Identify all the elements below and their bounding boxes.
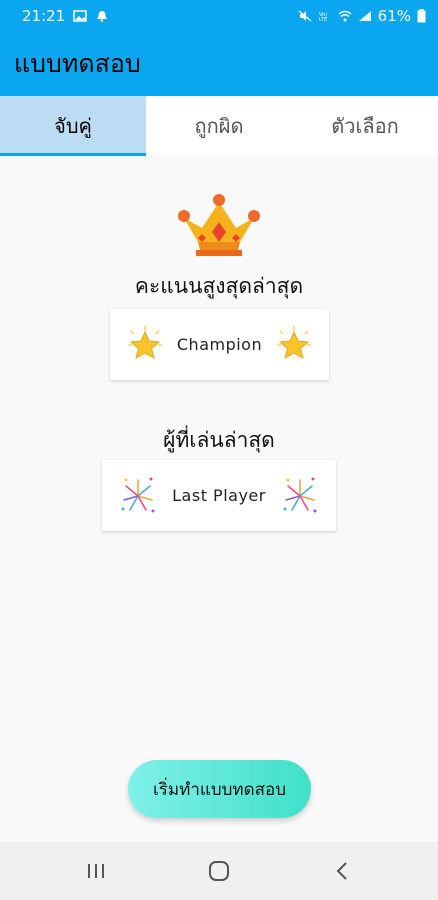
fireworks-icon — [121, 477, 155, 512]
home-icon[interactable] — [205, 859, 233, 883]
last-player-title: ผู้ที่เล่นล่าสุด — [163, 428, 275, 452]
status-time: 21:21 — [22, 7, 66, 25]
tab-bar: จับคู่ ถูกผิด ตัวเลือก — [0, 96, 438, 156]
battery-percent: 61% — [377, 7, 411, 25]
app-title: แบบทดสอบ — [14, 49, 141, 78]
status-bar: 21:21 Vo) LTE 61% — [0, 0, 438, 32]
crown-icon — [178, 194, 260, 256]
high-score-title: คะแนนสูงสุดล่าสุด — [134, 274, 304, 298]
image-icon — [73, 10, 87, 22]
battery-icon — [417, 9, 426, 23]
high-score-value: Champion — [176, 335, 263, 354]
fireworks-icon — [283, 477, 317, 512]
last-player-card: Last Player — [102, 460, 336, 531]
star-icon — [277, 325, 311, 359]
main-content: คะแนนสูงสุดล่าสุด Champion ผู้ที่เล่นล่า… — [0, 156, 438, 842]
recent-apps-icon[interactable] — [82, 859, 110, 883]
bell-icon — [97, 11, 108, 22]
last-player-value: Last Player — [172, 486, 266, 505]
tab-matching[interactable]: จับคู่ — [0, 96, 146, 156]
svg-text:LTE: LTE — [319, 17, 327, 22]
tab-true-false[interactable]: ถูกผิด — [146, 96, 292, 156]
system-nav-bar — [0, 842, 438, 900]
star-icon — [128, 325, 162, 359]
signal-icon — [358, 11, 371, 21]
mute-icon — [298, 10, 312, 22]
app-bar: แบบทดสอบ — [0, 32, 438, 96]
back-icon[interactable] — [328, 859, 356, 883]
start-quiz-button[interactable]: เริ่มทำแบบทดสอบ — [128, 760, 311, 818]
high-score-card: Champion — [110, 309, 329, 380]
wifi-icon — [338, 10, 352, 22]
volte-icon: Vo)LTE — [319, 12, 327, 22]
tab-multiple-choice[interactable]: ตัวเลือก — [292, 96, 438, 156]
